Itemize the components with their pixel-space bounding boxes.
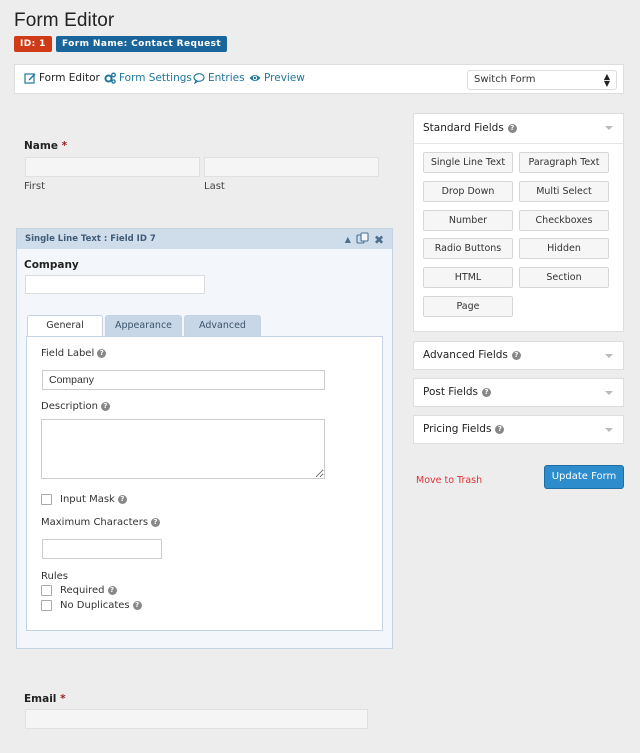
add-radio-buttons-button[interactable]: Radio Buttons (423, 238, 513, 259)
email-field-label: Email * (24, 693, 66, 705)
tab-general[interactable]: General (27, 315, 103, 338)
max-chars-label-text: Maximum Characters (41, 517, 149, 528)
field-box-header[interactable]: Single Line Text : Field ID 7 ▲ ✖ (17, 229, 392, 249)
page-title: Form Editor (14, 10, 115, 31)
required-label: Required (60, 585, 105, 596)
name-last-input[interactable] (204, 157, 379, 177)
help-icon[interactable]: ? (132, 601, 142, 610)
max-chars-input[interactable] (42, 539, 162, 559)
switch-form-select[interactable]: Switch Form ▲ ▼ (467, 70, 617, 90)
form-toolbar: Form Editor Form Settings Entries Previe… (14, 64, 624, 94)
email-label-text: Email (24, 693, 57, 705)
required-checkbox[interactable] (41, 585, 52, 596)
required-asterisk: * (61, 140, 68, 152)
description-label-text: Description (41, 401, 98, 412)
rules-label: Rules (41, 571, 68, 582)
toolbar-preview[interactable]: Preview (249, 72, 305, 84)
pricing-fields-panel[interactable]: Pricing Fields? (413, 415, 624, 444)
field-label-text: Field Label (41, 348, 95, 359)
chevron-down-icon[interactable] (605, 126, 613, 130)
max-chars-setting-label: Maximum Characters ? (41, 517, 161, 528)
select-arrows-icon: ▲ ▼ (603, 72, 610, 88)
help-icon[interactable]: ? (107, 586, 117, 595)
description-textarea[interactable] (41, 419, 325, 479)
form-name-badge: Form Name: Contact Request (56, 36, 228, 52)
toolbar-form-editor[interactable]: Form Editor (24, 72, 100, 84)
add-paragraph-text-button[interactable]: Paragraph Text (519, 152, 609, 173)
standard-fields-panel: Standard Fields? Single Line Text Paragr… (413, 113, 624, 332)
gears-icon (104, 72, 116, 84)
help-icon[interactable]: ? (495, 424, 505, 434)
comment-icon (193, 73, 205, 84)
description-setting-label: Description ? (41, 401, 110, 412)
add-drop-down-button[interactable]: Drop Down (423, 181, 513, 202)
help-icon[interactable]: ? (151, 518, 161, 527)
company-field-label: Company (24, 259, 79, 271)
toolbar-form-editor-label: Form Editor (39, 72, 100, 84)
no-duplicates-row: No Duplicates ? (41, 600, 142, 611)
toolbar-form-settings[interactable]: Form Settings (104, 72, 192, 84)
required-asterisk: * (60, 693, 66, 705)
field-label-input[interactable] (42, 370, 325, 390)
add-html-button[interactable]: HTML (423, 267, 513, 288)
toolbar-entries[interactable]: Entries (193, 72, 245, 84)
help-icon[interactable]: ? (482, 387, 492, 397)
chevron-down-icon[interactable] (605, 354, 613, 358)
pricing-fields-title: Pricing Fields (423, 423, 492, 435)
collapse-icon[interactable]: ▲ (345, 235, 351, 244)
toolbar-entries-label: Entries (208, 72, 245, 84)
name-first-sublabel: First (24, 181, 46, 192)
post-fields-title: Post Fields (423, 386, 479, 398)
input-mask-checkbox[interactable] (41, 494, 52, 505)
help-icon[interactable]: ? (100, 402, 110, 411)
field-box-title: Single Line Text : Field ID 7 (25, 234, 156, 244)
post-fields-panel[interactable]: Post Fields? (413, 378, 624, 407)
name-first-input[interactable] (25, 157, 200, 177)
add-hidden-button[interactable]: Hidden (519, 238, 609, 259)
add-section-button[interactable]: Section (519, 267, 609, 288)
advanced-fields-panel[interactable]: Advanced Fields? (413, 341, 624, 370)
chevron-down-icon[interactable] (605, 391, 613, 395)
move-to-trash-link[interactable]: Move to Trash (416, 475, 482, 486)
help-icon[interactable]: ? (507, 123, 517, 133)
tab-advanced[interactable]: Advanced (184, 315, 261, 337)
add-number-button[interactable]: Number (423, 210, 513, 231)
add-checkboxes-button[interactable]: Checkboxes (519, 210, 609, 231)
standard-fields-title: Standard Fields (423, 122, 504, 134)
input-mask-row: Input Mask ? (41, 494, 127, 505)
input-mask-label: Input Mask (60, 494, 115, 505)
name-field-label: Name * (24, 140, 67, 152)
switch-form-value: Switch Form (474, 74, 536, 85)
tab-appearance[interactable]: Appearance (105, 315, 182, 337)
add-single-line-text-button[interactable]: Single Line Text (423, 152, 513, 173)
duplicate-icon[interactable] (356, 232, 369, 247)
help-icon[interactable]: ? (117, 495, 127, 504)
name-last-sublabel: Last (204, 181, 225, 192)
company-preview-input[interactable] (25, 275, 205, 294)
toolbar-form-settings-label: Form Settings (119, 72, 192, 84)
required-row: Required ? (41, 585, 117, 596)
name-label-text: Name (24, 140, 58, 152)
edit-icon (24, 73, 36, 84)
update-form-button[interactable]: Update Form (544, 465, 624, 489)
add-page-button[interactable]: Page (423, 296, 513, 317)
standard-fields-header[interactable]: Standard Fields? (414, 114, 623, 144)
eye-icon (249, 75, 261, 81)
field-label-setting-label: Field Label ? (41, 348, 107, 359)
delete-icon[interactable]: ✖ (374, 233, 384, 247)
add-multi-select-button[interactable]: Multi Select (519, 181, 609, 202)
chevron-down-icon[interactable] (605, 428, 613, 432)
advanced-fields-title: Advanced Fields (423, 349, 508, 361)
form-id-badge: ID: 1 (14, 36, 52, 52)
help-icon[interactable]: ? (97, 349, 107, 358)
help-icon[interactable]: ? (511, 350, 521, 360)
email-input[interactable] (25, 709, 368, 729)
no-duplicates-checkbox[interactable] (41, 600, 52, 611)
toolbar-preview-label: Preview (264, 72, 305, 84)
no-duplicates-label: No Duplicates (60, 600, 130, 611)
